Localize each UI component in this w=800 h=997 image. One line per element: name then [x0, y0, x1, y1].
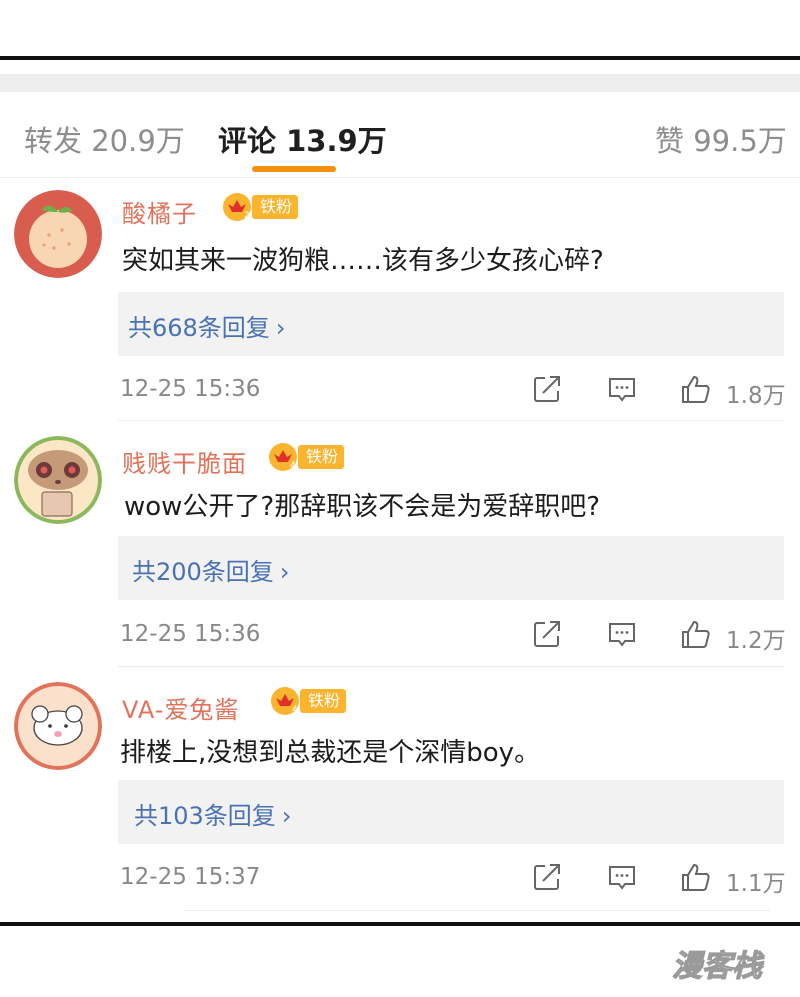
orange-avatar-icon [14, 190, 102, 278]
reply-box[interactable]: 共200条回复 › [118, 536, 784, 600]
avatar[interactable] [14, 682, 102, 770]
fan-badge: 4 铁粉 [268, 442, 345, 472]
svg-text:漫客栈: 漫客栈 [672, 949, 765, 984]
chevron-right-icon: › [281, 802, 292, 830]
share-icon[interactable] [532, 862, 562, 892]
reply-box[interactable]: 共103条回复 › [118, 780, 784, 844]
view-replies-link[interactable]: 共668条回复 › [128, 308, 285, 343]
view-replies-link[interactable]: 共103条回复 › [134, 796, 291, 831]
username[interactable]: VA-爱兔酱 [122, 690, 239, 725]
svg-text:4: 4 [290, 461, 296, 471]
comment-text: 排楼上,没想到总裁还是个深情boy。 [120, 738, 541, 768]
comment-divider [184, 910, 770, 911]
comment-icon[interactable] [607, 619, 637, 649]
like-count: 1.8万 [726, 383, 786, 409]
active-tab-indicator [252, 166, 336, 172]
comment-text: wow公开了?那辞职该不会是为爱辞职吧? [124, 492, 601, 522]
like-count: 1.2万 [726, 628, 786, 654]
chevron-right-icon: › [275, 314, 286, 342]
fan-badge-label: 铁粉 [300, 689, 347, 713]
view-replies-link[interactable]: 共200条回复 › [132, 552, 289, 587]
hamster-avatar-icon [14, 436, 102, 524]
comment-item: 酸橘子 2 铁粉 突如其来一波狗粮……该有多少女孩心碎? 共668条回复 › 12… [0, 180, 800, 421]
comment-timestamp: 12-25 15:36 [120, 376, 261, 402]
gray-separator-band [0, 74, 800, 92]
fan-badge-label: 铁粉 [252, 195, 299, 219]
fan-badge-label: 铁粉 [298, 445, 345, 469]
comment-icon[interactable] [607, 374, 637, 404]
username[interactable]: 贱贱干脆面 [122, 444, 247, 479]
like-count: 1.1万 [726, 871, 786, 897]
svg-text:4: 4 [292, 705, 298, 715]
share-icon[interactable] [532, 619, 562, 649]
watermark-logo: 漫客栈 [671, 948, 765, 984]
comment-item: 贱贱干脆面 4 铁粉 wow公开了?那辞职该不会是为爱辞职吧? 共200条回复 ›… [0, 424, 800, 667]
mouse-avatar-icon [14, 682, 102, 770]
svg-text:2: 2 [244, 211, 250, 221]
like-icon[interactable] [680, 861, 712, 893]
like-icon[interactable] [680, 373, 712, 405]
comment-text: 突如其来一波狗粮……该有多少女孩心碎? [122, 246, 604, 276]
fan-badge: 2 铁粉 [222, 192, 299, 222]
share-icon[interactable] [532, 374, 562, 404]
comment-item: VA-爱兔酱 4 铁粉 排楼上,没想到总裁还是个深情boy。 共103条回复 › … [0, 668, 800, 916]
comment-icon[interactable] [607, 862, 637, 892]
comment-timestamp: 12-25 15:36 [120, 621, 261, 647]
frame-bottom-border [0, 922, 800, 926]
fan-badge: 4 铁粉 [270, 686, 347, 716]
avatar[interactable] [14, 190, 102, 278]
comment-timestamp: 12-25 15:37 [120, 864, 261, 890]
tab-comments[interactable]: 评论 13.9万 [218, 118, 387, 160]
avatar[interactable] [14, 436, 102, 524]
comment-divider [118, 420, 784, 421]
tab-likes[interactable]: 赞 99.5万 [655, 118, 787, 160]
tab-repost[interactable]: 转发 20.9万 [24, 118, 185, 160]
chevron-right-icon: › [279, 558, 290, 586]
comment-divider [118, 666, 784, 667]
frame-top-border [0, 56, 800, 60]
reply-box[interactable]: 共668条回复 › [118, 292, 784, 356]
like-icon[interactable] [680, 618, 712, 650]
interaction-tabs: 转发 20.9万 评论 13.9万 赞 99.5万 [0, 100, 800, 178]
username[interactable]: 酸橘子 [122, 194, 197, 229]
